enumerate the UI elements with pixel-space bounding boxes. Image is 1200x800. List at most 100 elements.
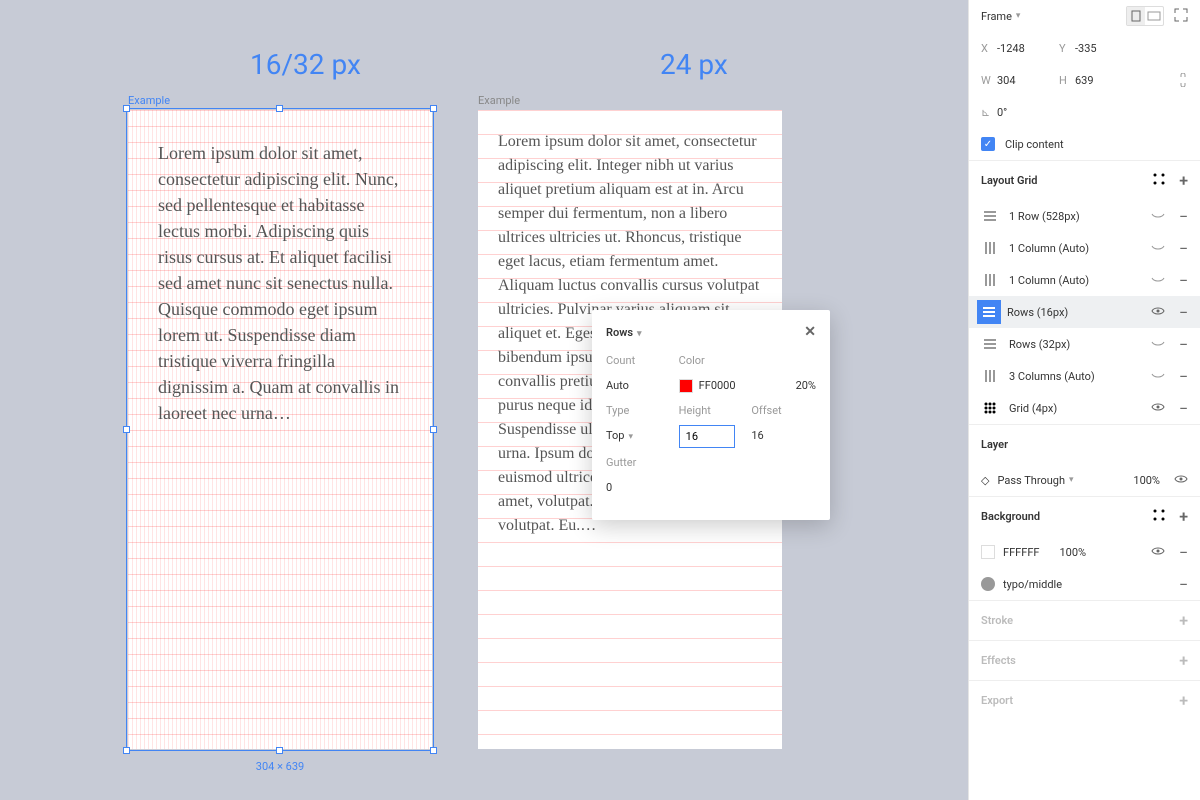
- chevron-down-icon[interactable]: ▾: [628, 432, 633, 442]
- rows-icon[interactable]: [977, 300, 1001, 324]
- grid-label: Grid (4px): [1009, 402, 1057, 415]
- eye-closed-icon[interactable]: [1151, 370, 1165, 383]
- remove-icon[interactable]: −: [1179, 239, 1188, 258]
- frame-label: Example: [478, 94, 520, 107]
- close-icon[interactable]: ✕: [804, 324, 816, 340]
- bg-swatch[interactable]: [981, 545, 995, 559]
- eye-open-icon[interactable]: [1174, 474, 1188, 487]
- layout-grid-heading: Layout Grid: [981, 174, 1037, 187]
- layout-grid-item[interactable]: Rows (16px)−: [969, 296, 1200, 328]
- heading-right: 24 px: [660, 48, 728, 81]
- rows-popover: Rows▾ ✕ CountColor Auto FF0000 20% TypeH…: [592, 310, 830, 520]
- frame-1[interactable]: Example Lorem ipsum dolor sit amet, cons…: [128, 110, 432, 749]
- add-icon[interactable]: +: [1179, 171, 1188, 190]
- resize-fit-icon[interactable]: [1174, 8, 1188, 25]
- styles-icon[interactable]: [1153, 509, 1165, 524]
- rows-icon[interactable]: [981, 337, 999, 351]
- applied-style[interactable]: typo/middle: [1003, 578, 1062, 591]
- popover-title[interactable]: Rows: [606, 326, 633, 339]
- remove-icon[interactable]: −: [1179, 303, 1188, 322]
- layout-grid-item[interactable]: Grid (4px) −: [969, 392, 1200, 424]
- clip-label: Clip content: [1005, 138, 1064, 151]
- color-value[interactable]: FF0000: [679, 375, 744, 396]
- eye-closed-icon[interactable]: [1151, 338, 1165, 351]
- h-label: H: [1059, 74, 1075, 87]
- example-text-1: Lorem ipsum dolor sit amet, consectetur …: [128, 110, 432, 456]
- grid-label: Rows (32px): [1009, 338, 1070, 351]
- eye-closed-icon[interactable]: [1151, 274, 1165, 287]
- w-value[interactable]: 304: [997, 74, 1059, 87]
- add-icon[interactable]: +: [1179, 611, 1188, 630]
- add-icon[interactable]: +: [1179, 691, 1188, 710]
- landscape-icon[interactable]: [1145, 7, 1163, 25]
- offset-label: Offset: [751, 404, 816, 417]
- layout-grid-item[interactable]: 1 Column (Auto) −: [969, 232, 1200, 264]
- remove-icon[interactable]: −: [1179, 335, 1188, 354]
- count-label: Count: [606, 354, 671, 367]
- gutter-value[interactable]: 0: [606, 477, 671, 498]
- stroke-heading: Stroke: [981, 614, 1013, 627]
- inspector-panel: Frame ▾ X-1248 Y-335 W304 H639 ⊾0° ✓ Clip…: [968, 0, 1200, 800]
- grid-label: 1 Column (Auto): [1009, 274, 1089, 287]
- constrain-icon[interactable]: [1178, 73, 1188, 87]
- cols-icon[interactable]: [981, 369, 999, 383]
- height-input[interactable]: [679, 425, 735, 448]
- layout-grid-item[interactable]: 1 Column (Auto) −: [969, 264, 1200, 296]
- cols-icon[interactable]: [981, 273, 999, 287]
- remove-icon[interactable]: −: [1179, 543, 1188, 562]
- y-label: Y: [1059, 42, 1075, 55]
- add-icon[interactable]: +: [1179, 507, 1188, 526]
- offset-value[interactable]: 16: [751, 425, 816, 448]
- background-heading: Background: [981, 510, 1040, 523]
- layout-grid-item[interactable]: 1 Row (528px) −: [969, 200, 1200, 232]
- count-value[interactable]: Auto: [606, 375, 671, 396]
- grid-icon[interactable]: [981, 401, 999, 415]
- remove-icon[interactable]: −: [1179, 575, 1188, 594]
- style-swatch[interactable]: [981, 577, 995, 591]
- eye-open-icon[interactable]: [1151, 546, 1165, 559]
- orientation-segmented[interactable]: [1126, 6, 1164, 26]
- frame-type[interactable]: Frame: [981, 10, 1012, 23]
- type-label: Type: [606, 404, 671, 417]
- gutter-label: Gutter: [606, 456, 671, 469]
- cols-icon[interactable]: [981, 241, 999, 255]
- portrait-icon[interactable]: [1127, 7, 1145, 25]
- x-label: X: [981, 42, 997, 55]
- effects-heading: Effects: [981, 654, 1016, 667]
- eye-closed-icon[interactable]: [1151, 242, 1165, 255]
- add-icon[interactable]: +: [1179, 651, 1188, 670]
- w-label: W: [981, 74, 997, 87]
- x-value[interactable]: -1248: [997, 42, 1059, 55]
- blend-mode[interactable]: Pass Through: [997, 474, 1065, 487]
- styles-icon[interactable]: [1153, 173, 1165, 188]
- remove-icon[interactable]: −: [1179, 399, 1188, 418]
- eye-open-icon[interactable]: [1151, 306, 1165, 319]
- height-label: Height: [679, 404, 744, 417]
- bg-opacity[interactable]: 100%: [1059, 546, 1086, 559]
- remove-icon[interactable]: −: [1179, 207, 1188, 226]
- remove-icon[interactable]: −: [1179, 367, 1188, 386]
- heading-left: 16/32 px: [250, 48, 361, 81]
- bg-hex[interactable]: FFFFFF: [1003, 546, 1039, 559]
- layout-grid-item[interactable]: 3 Columns (Auto)−: [969, 360, 1200, 392]
- angle-value[interactable]: 0°: [997, 106, 1059, 119]
- grid-label: 1 Row (528px): [1009, 210, 1080, 223]
- layer-opacity[interactable]: 100%: [1133, 474, 1160, 487]
- blend-icon[interactable]: ◇: [981, 474, 989, 487]
- angle-icon: ⊾: [981, 106, 997, 119]
- layout-grid-item[interactable]: Rows (32px) −: [969, 328, 1200, 360]
- chevron-down-icon[interactable]: ▾: [1016, 11, 1021, 21]
- frame-label: Example: [128, 94, 170, 107]
- y-value[interactable]: -335: [1075, 42, 1137, 55]
- h-value[interactable]: 639: [1075, 74, 1137, 87]
- remove-icon[interactable]: −: [1179, 271, 1188, 290]
- eye-closed-icon[interactable]: [1151, 210, 1165, 223]
- color-opacity[interactable]: 20%: [751, 375, 816, 396]
- rows-icon[interactable]: [981, 209, 999, 223]
- grid-label: 1 Column (Auto): [1009, 242, 1089, 255]
- eye-open-icon[interactable]: [1151, 402, 1165, 415]
- chevron-down-icon[interactable]: ▾: [1069, 475, 1074, 485]
- chevron-down-icon[interactable]: ▾: [637, 329, 642, 339]
- type-value[interactable]: Top▾: [606, 425, 671, 448]
- clip-checkbox[interactable]: ✓: [981, 137, 995, 151]
